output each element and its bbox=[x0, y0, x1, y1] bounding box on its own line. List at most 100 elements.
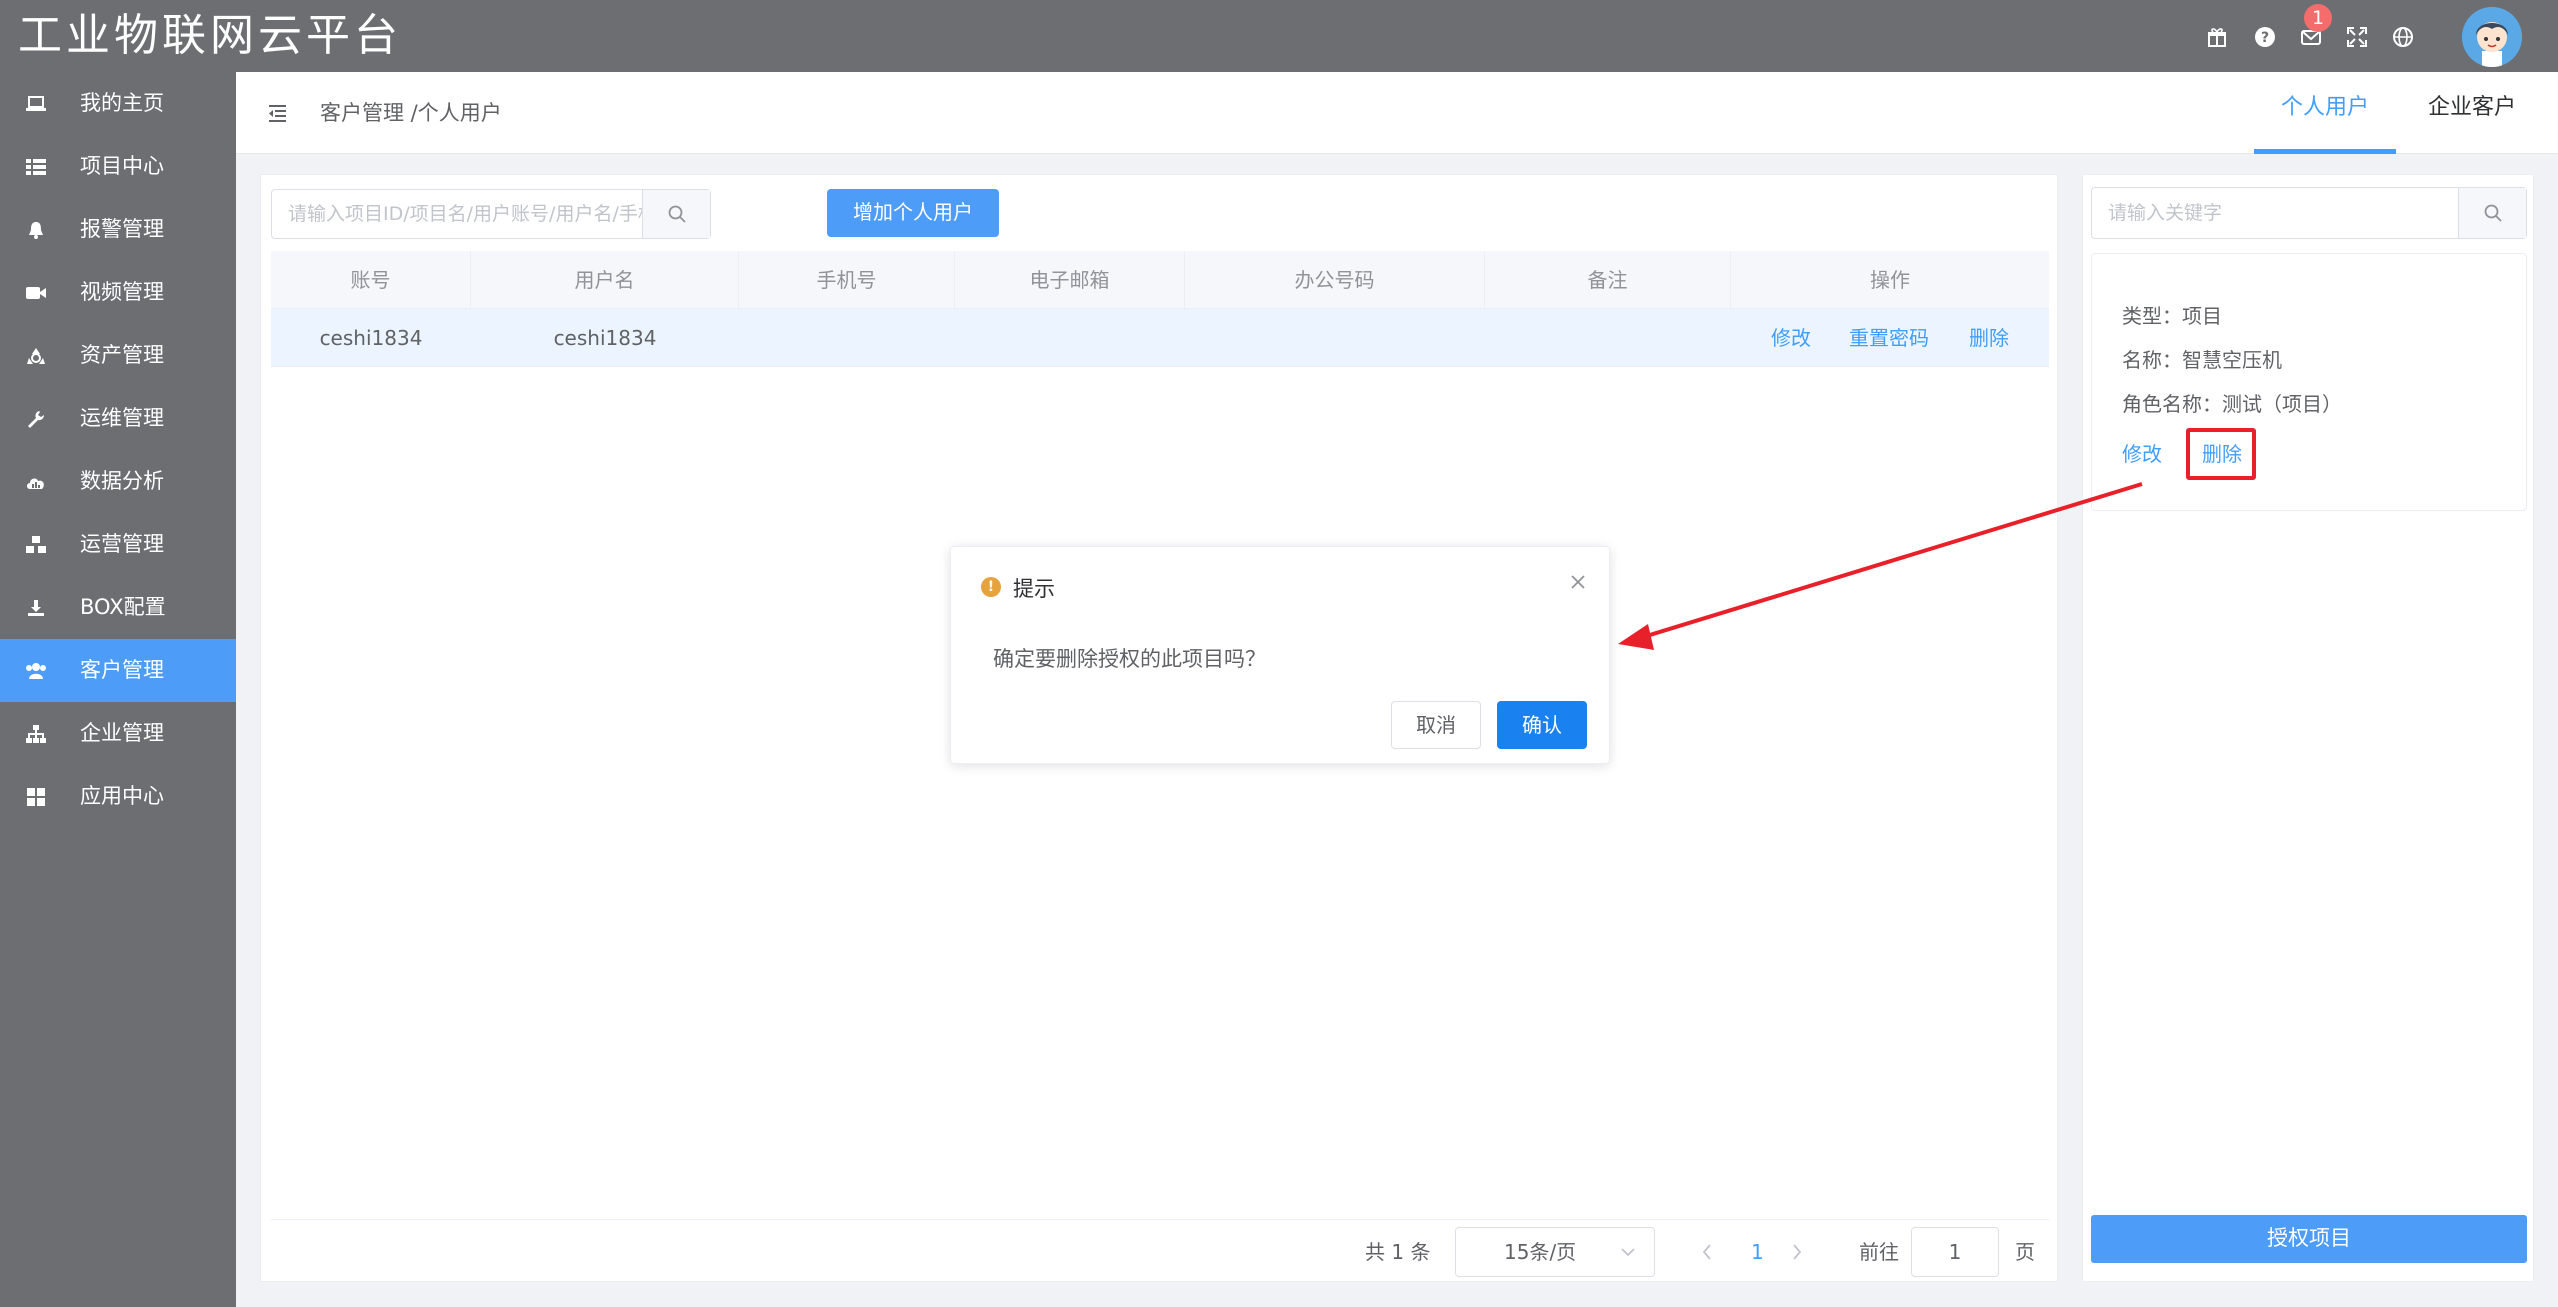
sidebar-item-box-config[interactable]: BOX配置 bbox=[0, 576, 236, 639]
chevron-down-icon bbox=[1621, 1248, 1635, 1257]
download-icon bbox=[24, 596, 48, 620]
column-header: 用户名 bbox=[471, 251, 739, 309]
edit-project-link[interactable]: 修改 bbox=[2122, 438, 2162, 467]
breadcrumb: 客户管理 /个人用户 bbox=[320, 101, 502, 125]
sidebar-item-operations[interactable]: 运营管理 bbox=[0, 513, 236, 576]
sidebar-item-video[interactable]: 视频管理 bbox=[0, 261, 236, 324]
globe-icon[interactable] bbox=[2390, 24, 2416, 50]
grid-icon bbox=[24, 785, 48, 809]
keyword-search-input[interactable] bbox=[2092, 188, 2460, 238]
sidebar-item-label: 我的主页 bbox=[80, 91, 164, 115]
tab-personal-users[interactable]: 个人用户 bbox=[2254, 72, 2396, 154]
column-header: 电子邮箱 bbox=[955, 251, 1185, 309]
page-size-value: 15条/页 bbox=[1504, 1240, 1577, 1264]
prev-page-icon[interactable] bbox=[1701, 1243, 1713, 1261]
column-header: 账号 bbox=[271, 251, 471, 309]
recycle-icon bbox=[24, 344, 48, 368]
user-avatar[interactable] bbox=[2462, 7, 2522, 67]
tab-enterprise-customers[interactable]: 企业客户 bbox=[2406, 72, 2538, 154]
sidebar: 我的主页 项目中心 报警管理 视频管理 资产管理 运维管理 数据分析 运营管理 … bbox=[0, 72, 236, 1307]
cancel-button[interactable]: 取消 bbox=[1391, 701, 1481, 749]
cell-remark bbox=[1485, 309, 1731, 367]
confirm-dialog: ! 提示 确定要删除授权的此项目吗？ 取消 确认 bbox=[950, 546, 1610, 764]
goto-page-input[interactable]: 1 bbox=[1911, 1227, 1999, 1277]
add-personal-user-button[interactable]: 增加个人用户 bbox=[827, 189, 999, 237]
sitemap-icon bbox=[24, 722, 48, 746]
help-icon[interactable]: ? bbox=[2252, 24, 2278, 50]
svg-text:?: ? bbox=[2261, 30, 2269, 46]
project-type: 类型：项目 bbox=[2122, 304, 2222, 328]
search-icon[interactable] bbox=[2458, 188, 2526, 238]
sidebar-item-label: 运维管理 bbox=[80, 406, 164, 430]
sidebar-item-home[interactable]: 我的主页 bbox=[0, 72, 236, 135]
sidebar-item-assets[interactable]: 资产管理 bbox=[0, 324, 236, 387]
dialog-message: 确定要删除授权的此项目吗？ bbox=[993, 647, 1266, 671]
column-header: 办公号码 bbox=[1185, 251, 1485, 309]
sidebar-item-label: 视频管理 bbox=[80, 280, 164, 304]
sidebar-item-customers[interactable]: 客户管理 bbox=[0, 639, 236, 702]
laptop-icon bbox=[24, 92, 48, 116]
warning-icon: ! bbox=[981, 577, 1001, 597]
pagination: 共 1 条 15条/页 1 前往 1 页 bbox=[261, 1223, 2059, 1281]
sidebar-item-maintenance[interactable]: 运维管理 bbox=[0, 387, 236, 450]
video-camera-icon bbox=[24, 281, 48, 305]
sidebar-item-label: BOX配置 bbox=[80, 595, 166, 619]
sidebar-item-label: 企业管理 bbox=[80, 721, 164, 745]
next-page-icon[interactable] bbox=[1791, 1243, 1803, 1261]
column-header: 备注 bbox=[1485, 251, 1731, 309]
dialog-title: 提示 bbox=[1013, 577, 1055, 601]
project-auth-panel: 类型：项目 名称：智慧空压机 角色名称：测试（项目） 修改 删除 授权项目 bbox=[2082, 174, 2534, 1282]
user-search-input[interactable] bbox=[272, 190, 644, 238]
authorize-project-button[interactable]: 授权项目 bbox=[2091, 1215, 2527, 1263]
keyword-search-box bbox=[2091, 187, 2527, 239]
annotation-highlight-box bbox=[2186, 428, 2256, 480]
table-row[interactable]: ceshi1834 ceshi1834 修改 重置密码 删除 bbox=[271, 309, 2049, 367]
goto-label: 前往 bbox=[1859, 1240, 1899, 1264]
user-search-box bbox=[271, 189, 711, 239]
table-header: 账号 用户名 手机号 电子邮箱 办公号码 备注 操作 bbox=[271, 251, 2049, 309]
gift-icon[interactable] bbox=[2204, 24, 2230, 50]
search-icon[interactable] bbox=[642, 190, 710, 238]
app-header: 工业物联网云平台 ? 1 bbox=[0, 0, 2558, 72]
notification-badge: 1 bbox=[2304, 4, 2333, 32]
cubes-icon bbox=[24, 533, 48, 557]
list-icon bbox=[24, 155, 48, 179]
confirm-button[interactable]: 确认 bbox=[1497, 701, 1587, 749]
bell-icon bbox=[24, 218, 48, 242]
cell-account: ceshi1834 bbox=[319, 326, 423, 350]
project-name: 名称：智慧空压机 bbox=[2122, 348, 2282, 372]
users-icon bbox=[24, 659, 48, 683]
delete-user-link[interactable]: 删除 bbox=[1969, 309, 2009, 367]
sidebar-item-analytics[interactable]: 数据分析 bbox=[0, 450, 236, 513]
app-title: 工业物联网云平台 bbox=[18, 10, 402, 61]
project-card: 类型：项目 名称：智慧空压机 角色名称：测试（项目） 修改 删除 bbox=[2091, 253, 2527, 511]
menu-fold-icon[interactable] bbox=[266, 102, 288, 124]
table-divider bbox=[271, 1219, 2049, 1220]
page-suffix: 页 bbox=[2015, 1240, 2035, 1264]
sidebar-item-label: 项目中心 bbox=[80, 154, 164, 178]
edit-user-link[interactable]: 修改 bbox=[1771, 309, 1811, 367]
sidebar-item-label: 资产管理 bbox=[80, 343, 164, 367]
current-page[interactable]: 1 bbox=[1751, 1223, 1764, 1281]
cell-email bbox=[955, 309, 1185, 367]
sidebar-item-apps[interactable]: 应用中心 bbox=[0, 765, 236, 828]
cell-phone bbox=[739, 309, 955, 367]
project-role: 角色名称：测试（项目） bbox=[2122, 392, 2342, 416]
reset-password-link[interactable]: 重置密码 bbox=[1849, 309, 1929, 367]
close-icon[interactable] bbox=[1567, 571, 1589, 593]
column-header: 手机号 bbox=[739, 251, 955, 309]
sidebar-item-label: 运营管理 bbox=[80, 532, 164, 556]
sidebar-item-label: 报警管理 bbox=[80, 217, 164, 241]
cloud-chart-icon bbox=[24, 470, 48, 494]
sidebar-item-label: 应用中心 bbox=[80, 784, 164, 808]
sidebar-item-alarms[interactable]: 报警管理 bbox=[0, 198, 236, 261]
wrench-icon bbox=[24, 407, 48, 431]
cell-office bbox=[1185, 309, 1485, 367]
sidebar-item-label: 客户管理 bbox=[80, 658, 164, 682]
fullscreen-icon[interactable] bbox=[2344, 24, 2370, 50]
page-size-select[interactable]: 15条/页 bbox=[1455, 1227, 1655, 1277]
sidebar-item-enterprise[interactable]: 企业管理 bbox=[0, 702, 236, 765]
sidebar-item-projects[interactable]: 项目中心 bbox=[0, 135, 236, 198]
top-bar: 客户管理 /个人用户 个人用户 企业客户 bbox=[236, 72, 2558, 154]
sidebar-item-label: 数据分析 bbox=[80, 469, 164, 493]
